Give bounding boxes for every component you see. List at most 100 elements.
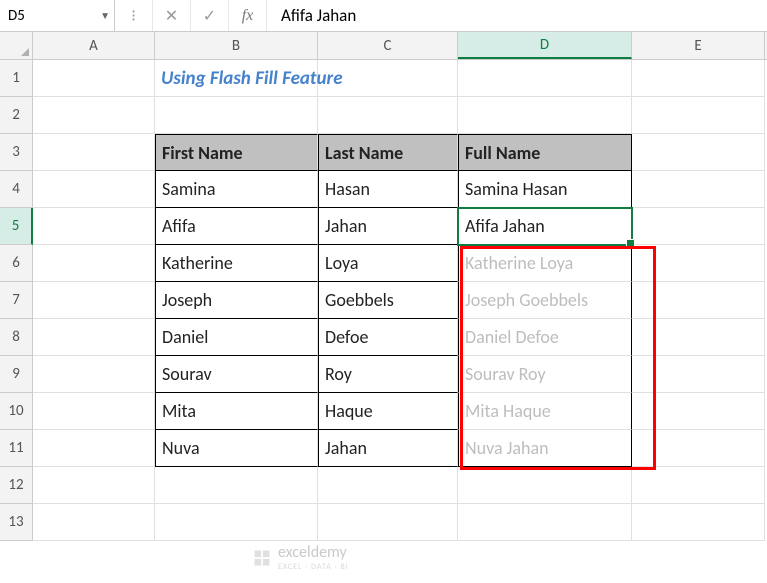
cell-d1[interactable] [458, 60, 632, 97]
cell-d6-flashfill[interactable]: Katherine Loya [458, 245, 632, 282]
cell-d12[interactable] [458, 467, 632, 504]
cell-b9[interactable]: Sourav [155, 356, 318, 393]
cell-e9[interactable] [632, 356, 765, 393]
cell-c1[interactable] [318, 60, 458, 97]
cell-e10[interactable] [632, 393, 765, 430]
name-box[interactable]: D5 ▼ [0, 0, 115, 31]
formula-text: Afifa Jahan [281, 5, 356, 26]
cancel-icon[interactable]: ✕ [153, 0, 191, 31]
cell-a10[interactable] [33, 393, 155, 430]
fx-icon[interactable]: fx [229, 0, 267, 31]
row-2: 2 [0, 97, 767, 134]
row-header-2[interactable]: 2 [0, 97, 33, 134]
cell-d11-flashfill[interactable]: Nuva Jahan [458, 430, 632, 467]
cell-a6[interactable] [33, 245, 155, 282]
cell-e11[interactable] [632, 430, 765, 467]
col-header-c[interactable]: C [318, 32, 458, 59]
cell-e3[interactable] [632, 134, 765, 171]
row-header-1[interactable]: 1 [0, 60, 33, 97]
select-all-corner[interactable] [0, 32, 33, 59]
spreadsheet-grid: 1 Using Flash Fill Feature 2 3 First Nam… [0, 60, 767, 541]
cell-d5-active[interactable]: Afifa Jahan [458, 208, 632, 245]
formula-input[interactable]: Afifa Jahan [267, 0, 767, 31]
cell-c12[interactable] [318, 467, 458, 504]
row-header-4[interactable]: 4 [0, 171, 33, 208]
cell-c7[interactable]: Goebbels [318, 282, 458, 319]
cell-b7[interactable]: Joseph [155, 282, 318, 319]
cell-e8[interactable] [632, 319, 765, 356]
cell-a9[interactable] [33, 356, 155, 393]
row-header-10[interactable]: 10 [0, 393, 33, 430]
cell-c2[interactable] [318, 97, 458, 134]
col-header-e[interactable]: E [632, 32, 765, 59]
row-header-5[interactable]: 5 [0, 208, 33, 245]
col-header-d[interactable]: D [458, 32, 632, 59]
active-cell-text: Afifa Jahan [465, 215, 545, 237]
cell-d2[interactable] [458, 97, 632, 134]
cell-a8[interactable] [33, 319, 155, 356]
cell-b1[interactable]: Using Flash Fill Feature [155, 60, 318, 97]
cell-a1[interactable] [33, 60, 155, 97]
cell-d4[interactable]: Samina Hasan [458, 171, 632, 208]
cell-a4[interactable] [33, 171, 155, 208]
name-box-dropdown-icon[interactable]: ▼ [100, 9, 110, 22]
cell-d10-flashfill[interactable]: Mita Haque [458, 393, 632, 430]
cell-b10[interactable]: Mita [155, 393, 318, 430]
row-header-8[interactable]: 8 [0, 319, 33, 356]
cell-a5[interactable] [33, 208, 155, 245]
cell-c4[interactable]: Hasan [318, 171, 458, 208]
row-header-7[interactable]: 7 [0, 282, 33, 319]
cell-a3[interactable] [33, 134, 155, 171]
cell-a7[interactable] [33, 282, 155, 319]
confirm-icon[interactable]: ✓ [191, 0, 229, 31]
cell-b11[interactable]: Nuva [155, 430, 318, 467]
cell-c13[interactable] [318, 504, 458, 541]
table-header-fullname[interactable]: Full Name [458, 134, 632, 171]
cell-b8[interactable]: Daniel [155, 319, 318, 356]
cell-e6[interactable] [632, 245, 765, 282]
row-header-6[interactable]: 6 [0, 245, 33, 282]
text-cursor-icon [547, 217, 552, 235]
row-header-3[interactable]: 3 [0, 134, 33, 171]
cell-c8[interactable]: Defoe [318, 319, 458, 356]
cell-c10[interactable]: Haque [318, 393, 458, 430]
cell-e2[interactable] [632, 97, 765, 134]
cell-a2[interactable] [33, 97, 155, 134]
row-header-12[interactable]: 12 [0, 467, 33, 504]
row-12: 12 [0, 467, 767, 504]
cell-a13[interactable] [33, 504, 155, 541]
cell-e1[interactable] [632, 60, 765, 97]
row-7: 7 Joseph Goebbels Joseph Goebbels [0, 282, 767, 319]
cell-a12[interactable] [33, 467, 155, 504]
row-10: 10 Mita Haque Mita Haque [0, 393, 767, 430]
cell-b13[interactable] [155, 504, 318, 541]
cell-b12[interactable] [155, 467, 318, 504]
table-header-firstname[interactable]: First Name [155, 134, 318, 171]
row-header-13[interactable]: 13 [0, 504, 33, 541]
cell-c9[interactable]: Roy [318, 356, 458, 393]
table-header-lastname[interactable]: Last Name [318, 134, 458, 171]
cell-e4[interactable] [632, 171, 765, 208]
cell-e12[interactable] [632, 467, 765, 504]
cell-c6[interactable]: Loya [318, 245, 458, 282]
row-header-11[interactable]: 11 [0, 430, 33, 467]
cell-b4[interactable]: Samina [155, 171, 318, 208]
cell-d9-flashfill[interactable]: Sourav Roy [458, 356, 632, 393]
row-header-9[interactable]: 9 [0, 356, 33, 393]
cell-b6[interactable]: Katherine [155, 245, 318, 282]
cell-e7[interactable] [632, 282, 765, 319]
row-5: 5 Afifa Jahan Afifa Jahan [0, 208, 767, 245]
col-header-a[interactable]: A [33, 32, 155, 59]
options-icon[interactable]: ⁝ [115, 0, 153, 31]
cell-b2[interactable] [155, 97, 318, 134]
cell-e5[interactable] [632, 208, 765, 245]
cell-d8-flashfill[interactable]: Daniel Defoe [458, 319, 632, 356]
cell-d13[interactable] [458, 504, 632, 541]
cell-e13[interactable] [632, 504, 765, 541]
cell-c5[interactable]: Jahan [318, 208, 458, 245]
cell-c11[interactable]: Jahan [318, 430, 458, 467]
cell-d7-flashfill[interactable]: Joseph Goebbels [458, 282, 632, 319]
col-header-b[interactable]: B [155, 32, 318, 59]
cell-a11[interactable] [33, 430, 155, 467]
cell-b5[interactable]: Afifa [155, 208, 318, 245]
